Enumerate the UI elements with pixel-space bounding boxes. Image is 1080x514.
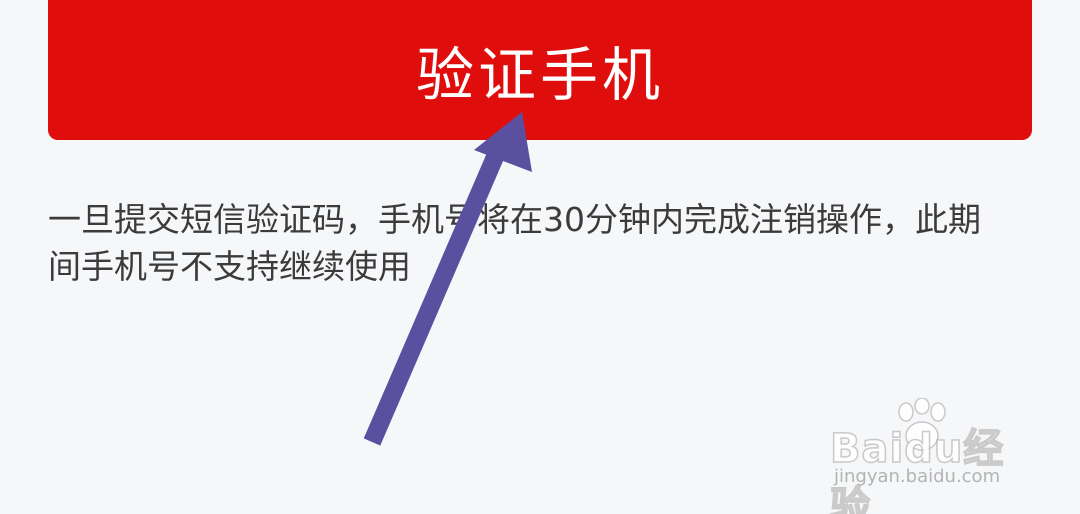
cancellation-notice-text: 一旦提交短信验证码，手机号将在30分钟内完成注销操作，此期间手机号不支持继续使用 xyxy=(48,200,981,286)
verify-phone-button[interactable]: 验证手机 xyxy=(48,0,1032,140)
baidu-jingyan-watermark: Baidu经验 jingyan.baidu.com xyxy=(826,398,1026,514)
page: 验证手机 一旦提交短信验证码，手机号将在30分钟内完成注销操作，此期间手机号不支… xyxy=(0,0,1080,514)
watermark-brand: Baidu经验 xyxy=(829,425,1005,514)
watermark-url: jingyan.baidu.com xyxy=(834,466,1001,487)
